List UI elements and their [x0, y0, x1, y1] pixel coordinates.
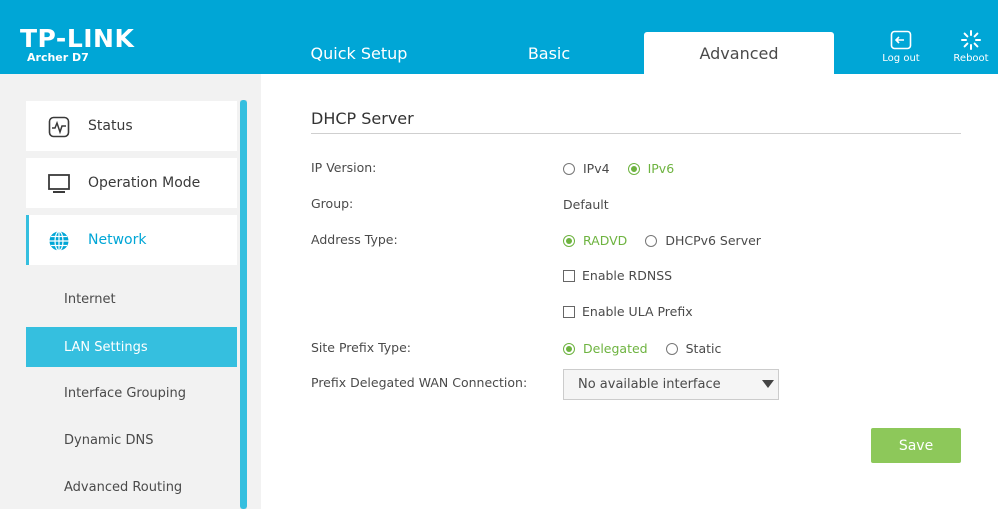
sidebar-item-label: Status [88, 118, 133, 134]
chevron-down-icon [762, 380, 774, 388]
ipv6-label: IPv6 [647, 161, 675, 176]
sidebar-subitem-label: Advanced Routing [64, 479, 183, 495]
sidebar-subitem-label: Dynamic DNS [64, 432, 154, 448]
sidebar-item-operation-mode[interactable]: Operation Mode [26, 158, 237, 208]
ipv6-radio[interactable]: IPv6 [627, 161, 675, 176]
sidebar-subitem-label: LAN Settings [64, 339, 148, 355]
sidebar-subitem-internet[interactable]: Internet [26, 279, 237, 319]
section-title: DHCP Server [311, 109, 414, 128]
group-label: Group: [311, 196, 354, 211]
radvd-label: RADVD [583, 233, 628, 248]
tab-advanced[interactable]: Advanced [644, 32, 834, 74]
enable-ula-prefix-label: Enable ULA Prefix [582, 304, 693, 319]
ip-version-label: IP Version: [311, 160, 377, 175]
sidebar-subitem-dynamic-dns[interactable]: Dynamic DNS [26, 420, 237, 460]
site-prefix-type-label: Site Prefix Type: [311, 340, 412, 355]
radio-circle [627, 162, 640, 175]
ip-version-radio-group: IPv4 IPv6 [563, 161, 692, 176]
sidebar-subitem-interface-grouping[interactable]: Interface Grouping [26, 373, 237, 413]
tab-quick-setup[interactable]: Quick Setup [264, 32, 454, 74]
radio-circle [665, 342, 678, 355]
sidebar-subitem-advanced-routing[interactable]: Advanced Routing [26, 467, 237, 507]
radio-circle [563, 162, 575, 175]
delegated-radio[interactable]: Delegated [563, 341, 648, 356]
monitor-icon [48, 174, 70, 193]
enable-rdnss-label: Enable RDNSS [582, 268, 673, 283]
tab-basic-label: Basic [527, 43, 571, 63]
static-label: Static [685, 341, 722, 356]
status-icon [48, 116, 70, 138]
dhcpv6-server-radio[interactable]: DHCPv6 Server [645, 233, 761, 248]
tab-basic[interactable]: Basic [454, 32, 644, 74]
reboot-label: Reboot [953, 53, 989, 64]
static-radio[interactable]: Static [665, 341, 722, 356]
prefix-delegated-wan-label: Prefix Delegated WAN Connection: [311, 375, 528, 390]
model-name: Archer D7 [27, 51, 89, 64]
dhcpv6-server-label: DHCPv6 Server [665, 233, 761, 248]
sidebar-item-network[interactable]: Network [26, 215, 237, 265]
address-type-label: Address Type: [311, 232, 398, 247]
save-button[interactable]: Save [871, 428, 961, 463]
address-type-radio-group: RADVD DHCPv6 Server [563, 233, 779, 248]
sidebar-item-label: Network [88, 232, 147, 248]
sidebar-item-label: Operation Mode [88, 175, 201, 191]
radio-circle [645, 234, 658, 247]
checkbox-box [563, 269, 575, 282]
brand-logo: TP-LINK [20, 24, 135, 53]
radio-circle [563, 342, 575, 355]
radio-circle [563, 234, 575, 247]
sidebar-item-status[interactable]: Status [26, 101, 237, 151]
reboot-icon [961, 30, 981, 50]
radvd-radio[interactable]: RADVD [563, 233, 627, 248]
top-header: TP-LINK Archer D7 Quick Setup Basic Adva… [0, 0, 998, 74]
enable-rdnss-checkbox[interactable]: Enable RDNSS [563, 268, 672, 283]
sidebar-subitem-lan-settings[interactable]: LAN Settings [26, 327, 237, 367]
sidebar-subitem-label: Interface Grouping [64, 385, 187, 401]
logout-icon [890, 30, 912, 50]
delegated-label: Delegated [583, 341, 648, 356]
select-value: No available interface [578, 377, 721, 392]
logout-button[interactable]: Log out [876, 30, 926, 70]
site-prefix-radio-group: Delegated Static [563, 341, 739, 356]
reboot-button[interactable]: Reboot [946, 30, 996, 70]
logout-label: Log out [882, 53, 920, 64]
tab-quick-setup-label: Quick Setup [310, 43, 408, 63]
group-value: Default [563, 197, 609, 212]
sidebar-scrollbar[interactable] [240, 100, 247, 509]
sidebar-subitem-label: Internet [64, 291, 116, 307]
enable-ula-prefix-checkbox[interactable]: Enable ULA Prefix [563, 304, 693, 319]
globe-icon [49, 230, 69, 252]
checkbox-box [563, 305, 575, 318]
ipv4-label: IPv4 [583, 161, 610, 176]
prefix-delegated-wan-select[interactable]: No available interface [563, 369, 779, 400]
sidebar: Status Operation Mode Network Internet L… [0, 74, 261, 509]
section-divider [311, 133, 961, 134]
tab-advanced-label: Advanced [699, 43, 779, 63]
ipv4-radio[interactable]: IPv4 [563, 161, 610, 176]
